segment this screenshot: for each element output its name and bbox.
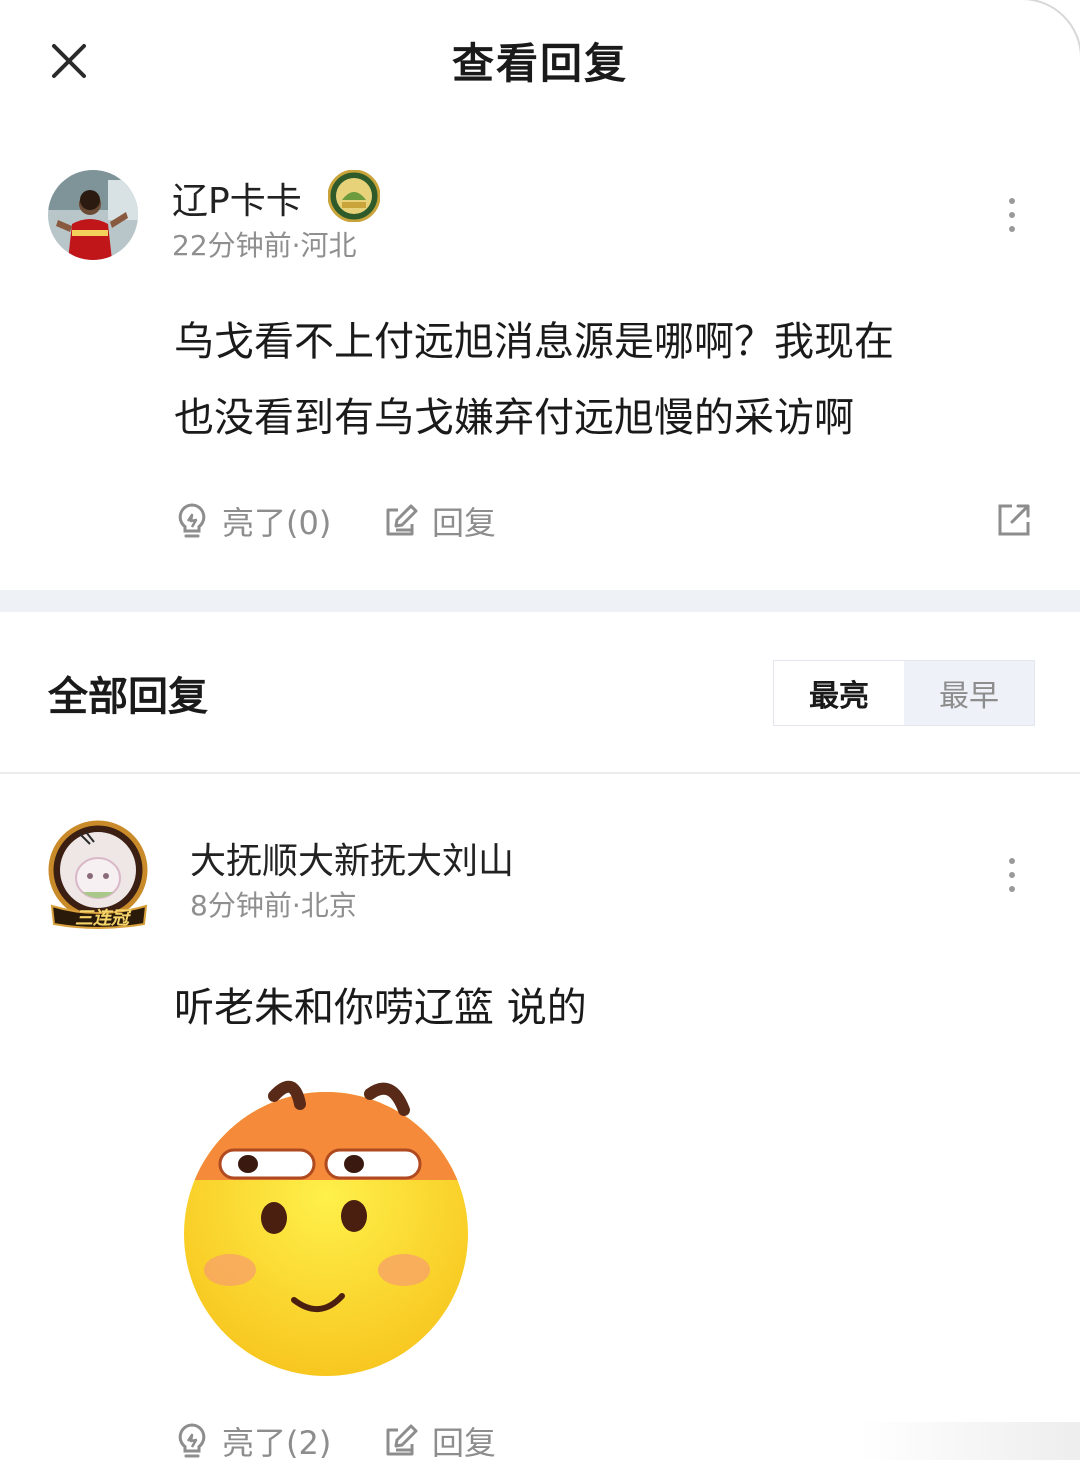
top-bar: 查看回复 bbox=[0, 0, 1080, 120]
like-button[interactable]: 亮了(2) bbox=[174, 1418, 331, 1464]
lightbulb-icon bbox=[178, 503, 206, 538]
sort-option-brightest[interactable]: 最亮 bbox=[774, 661, 904, 725]
avatar[interactable] bbox=[48, 170, 138, 260]
more-options-button[interactable] bbox=[1002, 858, 1022, 898]
share-icon bbox=[998, 504, 1030, 536]
comment-meta: 8分钟前·北京 bbox=[190, 889, 357, 922]
more-icon bbox=[1009, 858, 1015, 864]
more-options-button[interactable] bbox=[1002, 198, 1022, 238]
screen-corner-decoration bbox=[1020, 0, 1080, 80]
comment-meta: 22分钟前·河北 bbox=[172, 229, 357, 262]
sort-toggle: 最亮 最早 bbox=[773, 660, 1035, 726]
username[interactable]: 辽P卡卡 bbox=[172, 172, 302, 224]
comment-content-line: 乌戈看不上付远旭消息源是哪啊？我现在 bbox=[174, 319, 894, 365]
comment-content: 听老朱和你唠辽篮 说的 bbox=[174, 985, 587, 1031]
comment-content-line: 也没看到有乌戈嫌弃付远旭慢的采访啊 bbox=[174, 395, 854, 441]
avatar-badge-text: 三连冠 bbox=[75, 908, 129, 929]
reply-button[interactable]: 回复 bbox=[382, 498, 496, 544]
like-label: 亮了(2) bbox=[222, 1424, 332, 1462]
edit-icon bbox=[386, 1424, 418, 1456]
comment-content: 乌戈看不上付远旭消息源是哪啊？我现在 也没看到有乌戈嫌弃付远旭慢的采访啊 bbox=[174, 304, 1024, 456]
username[interactable]: 大抚顺大新抚大刘山 bbox=[190, 832, 514, 884]
badge-icon bbox=[327, 169, 381, 223]
like-button[interactable]: 亮了(0) bbox=[174, 498, 331, 544]
sort-option-earliest[interactable]: 最早 bbox=[904, 661, 1034, 725]
reply-label: 回复 bbox=[432, 504, 497, 542]
page-title: 查看回复 bbox=[451, 39, 628, 88]
more-icon bbox=[1009, 198, 1015, 204]
bottom-overlay bbox=[860, 1422, 1080, 1460]
share-button[interactable] bbox=[996, 500, 1032, 538]
reply-avatar[interactable]: 三连冠 bbox=[46, 820, 156, 930]
replies-section-title: 全部回复 bbox=[48, 674, 208, 720]
edit-icon bbox=[386, 504, 418, 536]
reply-button[interactable]: 回复 bbox=[382, 1418, 496, 1464]
smirk-emoji-sticker[interactable] bbox=[174, 1074, 480, 1380]
like-label: 亮了(0) bbox=[222, 504, 332, 542]
lightbulb-icon bbox=[178, 1423, 206, 1458]
divider-line bbox=[0, 772, 1080, 774]
reply-label: 回复 bbox=[432, 1424, 497, 1462]
section-divider bbox=[0, 590, 1080, 612]
